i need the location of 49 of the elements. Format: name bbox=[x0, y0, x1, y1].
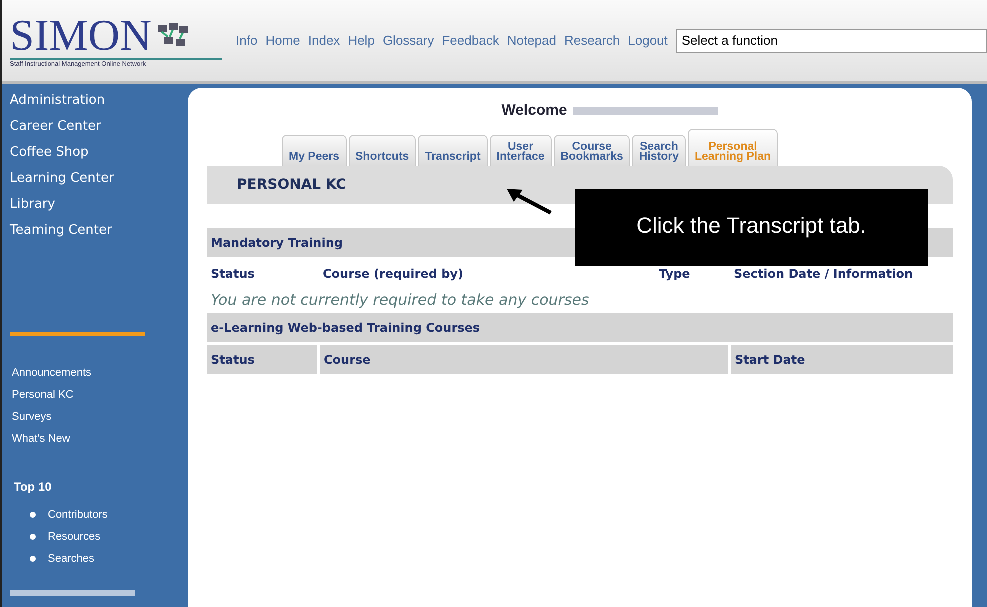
nav-link[interactable]: Glossary bbox=[382, 33, 434, 48]
top10-link[interactable]: Searches bbox=[48, 548, 94, 570]
column-header: Type bbox=[659, 267, 692, 281]
network-computers-icon bbox=[156, 22, 190, 48]
instruction-callout: Click the Transcript tab. bbox=[575, 189, 928, 266]
bullet-icon bbox=[30, 534, 36, 540]
sidebar-link[interactable]: Personal KC bbox=[12, 384, 180, 406]
welcome-text: Welcome bbox=[502, 102, 568, 119]
bullet-icon bbox=[30, 556, 36, 562]
top10-heading: Top 10 bbox=[14, 480, 53, 494]
sidebar-link[interactable]: Surveys bbox=[12, 406, 180, 428]
sidebar-link[interactable]: Teaming Center bbox=[10, 218, 180, 244]
function-select[interactable]: Select a function bbox=[676, 28, 987, 52]
column-header: Course (required by) bbox=[323, 267, 464, 281]
tab[interactable]: Course Bookmarks bbox=[554, 135, 630, 166]
nav-link[interactable]: Home bbox=[266, 33, 300, 48]
tab[interactable]: User Interface bbox=[490, 135, 552, 166]
sidebar-link[interactable]: Administration bbox=[10, 88, 180, 114]
sidebar-link[interactable]: Announcements bbox=[12, 362, 180, 384]
group-title: Mandatory Training bbox=[211, 236, 343, 250]
column-header: Course bbox=[320, 345, 728, 374]
top10-link[interactable]: Contributors bbox=[48, 504, 108, 526]
column-header: Section Date / Information bbox=[734, 267, 914, 281]
nav-link[interactable]: Info bbox=[236, 33, 258, 48]
tab[interactable]: My Peers bbox=[282, 135, 347, 166]
bullet-icon bbox=[30, 512, 36, 518]
nav-link[interactable]: Feedback bbox=[442, 33, 500, 48]
sidebar-link[interactable]: Coffee Shop bbox=[10, 140, 180, 166]
sidebar-link[interactable]: What's New bbox=[12, 428, 180, 450]
column-header: Status bbox=[211, 267, 256, 281]
nav-link[interactable]: Logout bbox=[628, 33, 668, 48]
nav-link[interactable]: Help bbox=[348, 33, 375, 48]
empty-message: You are not currently required to take any courses bbox=[210, 291, 590, 311]
top10-link[interactable]: Resources bbox=[48, 526, 101, 548]
nav-link[interactable]: Notepad bbox=[507, 33, 556, 48]
column-header: Start Date bbox=[731, 345, 953, 374]
column-header: Status bbox=[207, 345, 317, 374]
sidebar-link[interactable]: Library bbox=[10, 192, 180, 218]
sidebar-link[interactable]: Learning Center bbox=[10, 166, 180, 192]
nav-link[interactable]: Index bbox=[308, 33, 340, 48]
tab[interactable]: Search History bbox=[632, 135, 686, 166]
logo-text: SIMON bbox=[10, 14, 152, 58]
section-title: PERSONAL KC bbox=[237, 177, 346, 193]
group-title: e-Learning Web-based Training Courses bbox=[211, 320, 480, 334]
nav-link[interactable]: Research bbox=[564, 33, 620, 48]
pointer-arrow bbox=[505, 187, 553, 215]
tab[interactable]: Transcript bbox=[418, 135, 488, 166]
tab[interactable]: Shortcuts bbox=[348, 135, 416, 166]
sidebar-link[interactable]: Career Center bbox=[10, 114, 180, 140]
